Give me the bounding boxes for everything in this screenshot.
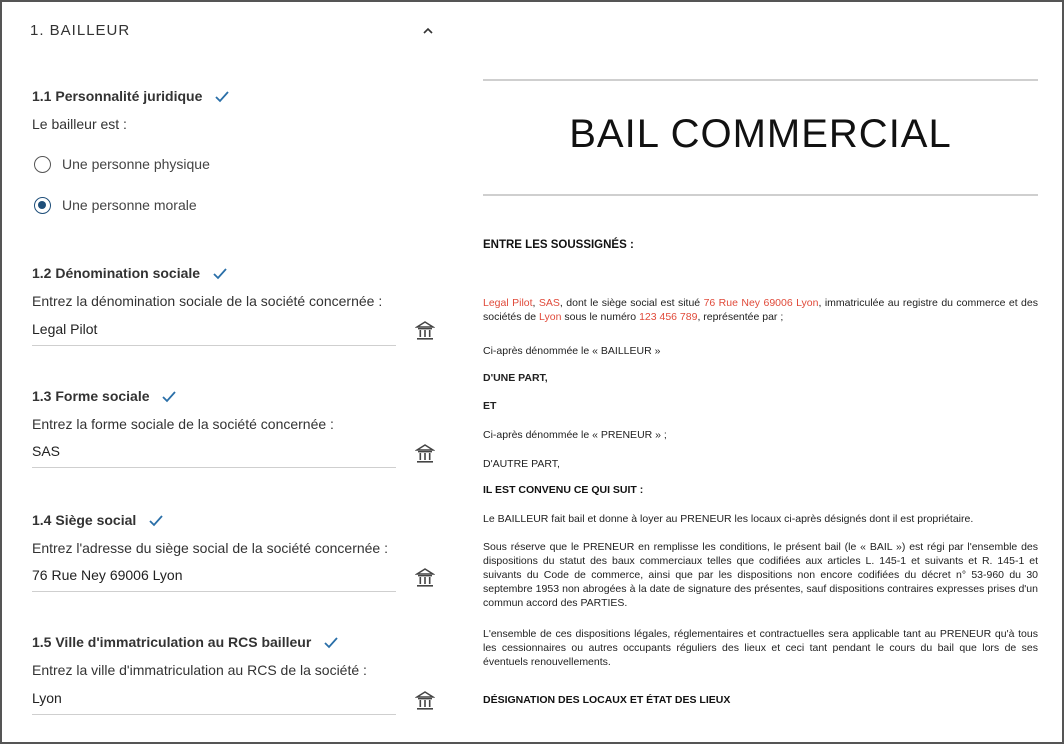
question-title: 1.3 Forme sociale	[32, 388, 150, 404]
bank-icon[interactable]	[414, 690, 436, 712]
radio-label: Une personne morale	[62, 197, 197, 213]
text: , dont le siège social est situé	[559, 297, 704, 309]
question-title: 1.5 Ville d'immatriculation au RCS baill…	[32, 634, 312, 650]
ville-rcs-input[interactable]	[32, 684, 396, 712]
bank-icon[interactable]	[414, 320, 436, 342]
statut-paragraph: Sous réserve que le PRENEUR en remplisse…	[483, 541, 1038, 609]
question-title: 1.2 Dénomination sociale	[32, 265, 201, 281]
checkmark-icon	[162, 390, 176, 408]
question-help: Entrez la forme sociale de la société co…	[32, 416, 334, 432]
designation-heading: DÉSIGNATION DES LOCAUX ET ÉTAT DES LIEUX	[483, 694, 731, 706]
chevron-up-icon[interactable]	[421, 24, 435, 38]
preneur-line: Ci-après dénommée le « PRENEUR » ;	[483, 429, 667, 441]
form-panel: 1. BAILLEUR 1.1 Personnalité juridique L…	[2, 2, 447, 742]
var-address: 76 Rue Ney 69006 Lyon	[703, 297, 819, 309]
document-preview: BAIL COMMERCIAL ENTRE LES SOUSSIGNÉS : L…	[483, 2, 1040, 742]
text: sous le numéro	[561, 311, 640, 323]
question-1-2: 1.2 Dénomination sociale Entrez la dénom…	[32, 265, 382, 309]
forme-sociale-field[interactable]	[32, 437, 396, 468]
section-title: 1. BAILLEUR	[30, 22, 131, 39]
checkmark-icon	[212, 267, 227, 285]
bail-paragraph: Le BAILLEUR fait bail et donne à loyer a…	[483, 513, 974, 525]
siege-social-input[interactable]	[32, 561, 396, 589]
text: , représentée par ;	[697, 311, 784, 323]
ville-rcs-field[interactable]	[32, 684, 396, 715]
et-line: ET	[483, 400, 497, 412]
divider	[483, 79, 1038, 81]
radio-circle-selected[interactable]	[34, 197, 51, 214]
radio-label: Une personne physique	[62, 156, 210, 172]
question-help: Le bailleur est :	[32, 116, 127, 132]
var-number: 123 456 789	[639, 311, 698, 323]
question-help: Entrez la dénomination sociale de la soc…	[32, 293, 383, 309]
document-title: BAIL COMMERCIAL	[569, 112, 952, 156]
denomination-input[interactable]	[32, 315, 396, 343]
checkmark-icon	[215, 90, 229, 108]
var-form: SAS	[538, 297, 560, 309]
question-1-5: 1.5 Ville d'immatriculation au RCS baill…	[32, 634, 367, 678]
bank-icon[interactable]	[414, 567, 436, 589]
question-help: Entrez l'adresse du siège social de la s…	[32, 540, 388, 556]
bank-icon[interactable]	[414, 443, 436, 465]
var-city: Lyon	[539, 311, 562, 323]
radio-circle[interactable]	[34, 156, 51, 173]
convenu-heading: IL EST CONVENU CE QUI SUIT :	[483, 484, 644, 496]
siege-social-field[interactable]	[32, 561, 396, 592]
checkmark-icon	[324, 636, 338, 654]
bailleur-line: Ci-après dénommée le « BAILLEUR »	[483, 345, 661, 357]
app-frame: 1. BAILLEUR 1.1 Personnalité juridique L…	[0, 0, 1064, 744]
question-help: Entrez la ville d'immatriculation au RCS…	[32, 662, 367, 678]
section-header-bailleur[interactable]: 1. BAILLEUR	[30, 22, 435, 46]
parties-paragraph: Legal Pilot, SAS, dont le siège social e…	[483, 296, 1038, 324]
question-1-3: 1.3 Forme sociale Entrez la forme social…	[32, 388, 334, 432]
question-title: 1.1 Personnalité juridique	[32, 88, 203, 104]
forme-sociale-input[interactable]	[32, 437, 396, 465]
autre-part-line: D'AUTRE PART,	[483, 458, 560, 470]
question-title: 1.4 Siège social	[32, 512, 137, 528]
une-part-line: D'UNE PART,	[483, 372, 548, 384]
dispositions-paragraph: L'ensemble de ces dispositions légales, …	[483, 628, 1038, 668]
denomination-field[interactable]	[32, 315, 396, 346]
question-1-4: 1.4 Siège social Entrez l'adresse du siè…	[32, 512, 388, 556]
divider	[483, 194, 1038, 196]
question-1-1: 1.1 Personnalité juridique Le bailleur e…	[32, 88, 229, 132]
var-name: Legal Pilot	[483, 297, 533, 309]
checkmark-icon	[149, 514, 163, 532]
parties-heading: ENTRE LES SOUSSIGNÉS :	[483, 239, 634, 251]
